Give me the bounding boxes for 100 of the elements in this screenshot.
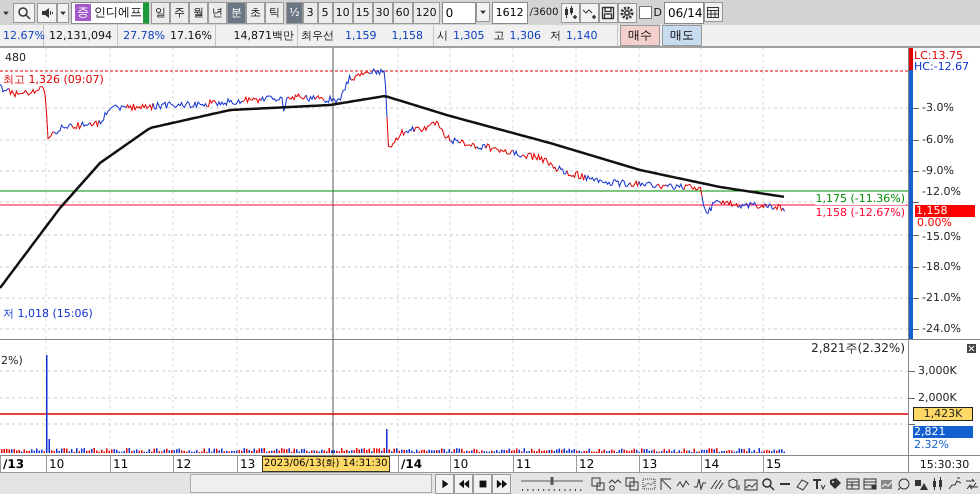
sound-dropdown-button[interactable]: [57, 2, 69, 22]
magnifier-icon: [761, 476, 775, 490]
axis-label: -15.0%: [921, 231, 962, 243]
period-tab[interactable]: 초: [246, 2, 265, 24]
open-label: 시: [437, 28, 448, 43]
axis-label: -3.0%: [921, 102, 955, 114]
stock-name-field[interactable]: 증 인디에프: [71, 2, 149, 24]
current-volume-badge: 2,821: [913, 426, 973, 438]
period-tab[interactable]: 주: [170, 2, 189, 24]
offset-field[interactable]: 0: [442, 2, 476, 24]
best-price-label: 최우선: [301, 28, 334, 43]
interval-tab[interactable]: 30: [372, 2, 393, 24]
interval-tab[interactable]: 60: [392, 2, 413, 24]
interval-tab[interactable]: ½: [286, 2, 303, 24]
axis-label: -12.0%: [921, 186, 962, 198]
candlestick-plus-icon: [563, 6, 577, 20]
add-line-button[interactable]: [580, 2, 598, 22]
current-rate-text: 0.00%: [916, 217, 953, 229]
fast-forward-button[interactable]: [492, 474, 512, 494]
rewind-icon: [458, 478, 470, 490]
refresh-chart-icon: [965, 476, 979, 490]
speaker-icon: [40, 6, 54, 20]
scrollbar[interactable]: [190, 474, 432, 493]
close-icon[interactable]: [967, 344, 976, 353]
circle-tool-icon: [897, 476, 911, 490]
offset-dropdown-button[interactable]: [476, 2, 490, 22]
d-checkbox[interactable]: [638, 6, 652, 19]
save-button[interactable]: [598, 2, 618, 22]
search-button[interactable]: [13, 2, 35, 22]
fast-forward-icon: [496, 478, 508, 490]
volume-label: 2,821주(2.32%): [810, 342, 906, 354]
end-time-text: 15:30:30: [920, 458, 970, 470]
high-price-text: 1,306: [510, 29, 541, 42]
table-icon: [846, 476, 860, 490]
change-rate-text: 12.67%: [3, 29, 45, 42]
grid-plus-icon: [591, 476, 605, 490]
axis-label: -18.0%: [921, 261, 962, 273]
axis-label: -6.0%: [921, 134, 955, 146]
interval-tab[interactable]: 5: [318, 2, 333, 24]
high-label: 고: [494, 28, 504, 43]
candles-icon: [931, 476, 945, 490]
slider-thumb[interactable]: [550, 476, 554, 484]
rate-text: 27.78%: [123, 29, 166, 42]
current-price-badge: 1,158: [915, 205, 975, 217]
settings-icon: [620, 6, 634, 20]
step-line-icon: [948, 476, 962, 490]
average-volume-badge: 1,423K: [913, 407, 973, 421]
eraser-icon: [795, 476, 809, 490]
amount-text: 14,871백만: [234, 28, 294, 43]
text-tool-icon: [812, 476, 826, 490]
interval-tab[interactable]: 120: [412, 2, 440, 24]
play-button[interactable]: [435, 474, 454, 494]
current-volume-rate: 2.32%: [913, 439, 950, 451]
stop-button[interactable]: [473, 474, 492, 494]
table-number-icon: [863, 476, 877, 490]
sound-button[interactable]: [37, 2, 57, 22]
volume-rate-label: 2%): [0, 355, 24, 367]
minus-icon: [780, 482, 790, 484]
save-icon: [601, 6, 615, 20]
interval-tab[interactable]: 3: [302, 2, 318, 24]
axis-label: 3,000K: [917, 365, 958, 377]
period-tab[interactable]: 년: [208, 2, 227, 24]
rewind-button[interactable]: [454, 474, 474, 494]
sell-button[interactable]: 매도: [662, 25, 702, 46]
best-ask-text: 1,159: [345, 29, 376, 42]
trendline-icon: [659, 476, 673, 490]
period-tab[interactable]: 분: [227, 2, 246, 24]
axis-label: -9.0%: [921, 165, 955, 177]
date-field[interactable]: 06/14: [664, 2, 704, 24]
price-level-label: 1,175 (-11.36%): [814, 193, 906, 205]
open-price-text: 1,305: [453, 29, 484, 42]
cube-bars-icon: [727, 476, 741, 490]
period-tab[interactable]: 틱: [265, 2, 284, 24]
low-label: 저: [550, 28, 561, 43]
volume-text: 12,131,094: [49, 29, 112, 42]
calendar-icon: [706, 4, 720, 18]
period-tab[interactable]: 월: [189, 2, 208, 24]
interval-tab[interactable]: 10: [332, 2, 353, 24]
price-level-label: 1,158 (-12.67%): [814, 207, 906, 219]
search-icon: [17, 6, 31, 20]
calendar-button[interactable]: [704, 2, 723, 22]
zoom-slider[interactable]: [519, 474, 584, 492]
low-price-text: 1,140: [566, 29, 598, 42]
high-marker-text: 최고 1,326 (09:07): [2, 74, 105, 86]
best-bid-text: 1,158: [392, 29, 423, 42]
interval-tab[interactable]: 15: [352, 2, 373, 24]
buy-button[interactable]: 매수: [620, 25, 660, 46]
price-label: 480: [4, 52, 27, 64]
lc-text: LC:13.75: [913, 50, 964, 62]
axis-label: -21.0%: [921, 292, 962, 304]
settings-button[interactable]: [618, 2, 636, 22]
period-tab[interactable]: 일: [151, 2, 170, 24]
cursor-time-badge: 2023/06/13(화) 14:31:30: [262, 456, 390, 472]
count-field[interactable]: 1612: [492, 2, 528, 24]
axis-label: 2,000K: [917, 392, 958, 404]
d-label: D: [654, 6, 662, 19]
axis-label: -24.0%: [921, 323, 962, 335]
stop-icon: [476, 478, 489, 490]
add-candle-button[interactable]: [560, 2, 580, 22]
dotted-chart-icon: [642, 476, 656, 490]
